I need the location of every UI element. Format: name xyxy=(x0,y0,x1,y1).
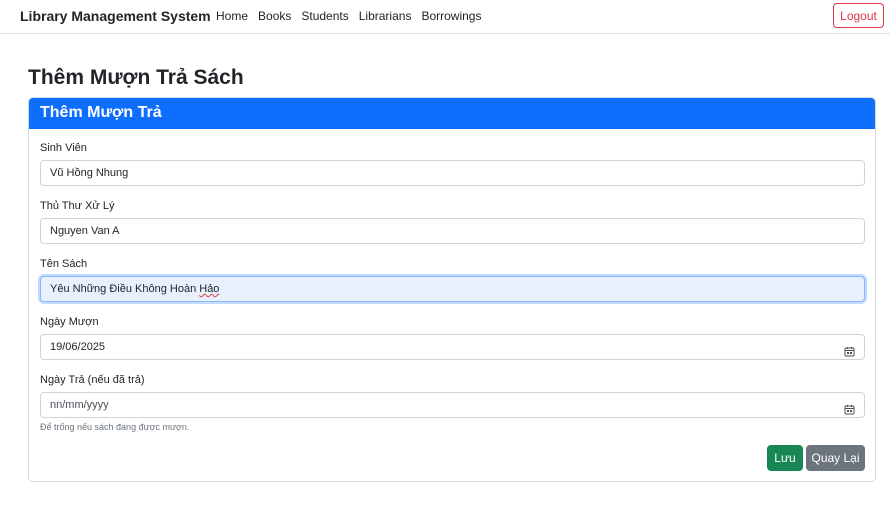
brand-logo-text[interactable]: Library Management System xyxy=(20,8,211,24)
page-title: Thêm Mượn Trả Sách xyxy=(28,66,244,89)
nav-link-borrowings[interactable]: Borrowings xyxy=(421,9,481,23)
borrow-date-label: Ngày Mượn xyxy=(40,316,99,328)
back-button[interactable]: Quay Lại xyxy=(806,445,865,471)
nav-link-librarians[interactable]: Librarians xyxy=(359,9,412,23)
student-select[interactable]: Vũ Hồng Nhung xyxy=(40,160,865,186)
nav-links: Home Books Students Librarians Borrowing… xyxy=(216,9,481,23)
return-date-input[interactable]: nn/mm/yyyy xyxy=(40,392,865,418)
logout-button[interactable]: Logout xyxy=(833,3,884,28)
book-value: Yêu Những Điều Không Hoàn Hảo xyxy=(50,277,219,301)
navbar: Library Management System Home Books Stu… xyxy=(0,0,890,34)
return-date-help: Để trống nếu sách đang được mượn. xyxy=(40,422,190,432)
nav-link-students[interactable]: Students xyxy=(301,9,348,23)
librarian-label: Thủ Thư Xử Lý xyxy=(40,200,115,212)
nav-link-home[interactable]: Home xyxy=(216,9,248,23)
book-input[interactable]: Yêu Những Điều Không Hoàn Hảo xyxy=(40,276,865,302)
calendar-icon[interactable] xyxy=(844,400,855,414)
librarian-select[interactable]: Nguyen Van A xyxy=(40,218,865,244)
return-date-placeholder: nn/mm/yyyy xyxy=(50,399,109,411)
spellcheck-word: Hảo xyxy=(199,283,220,295)
librarian-value: Nguyen Van A xyxy=(50,225,120,237)
return-date-label: Ngày Trả (nếu đã trả) xyxy=(40,374,145,386)
student-label: Sinh Viên xyxy=(40,142,87,154)
borrow-date-input[interactable]: 19/06/2025 xyxy=(40,334,865,360)
borrow-date-value: 19/06/2025 xyxy=(50,341,106,353)
borrowing-form-card: Thêm Mượn Trả Sinh Viên Vũ Hồng Nhung Th… xyxy=(28,97,876,482)
student-value: Vũ Hồng Nhung xyxy=(50,167,129,179)
save-button[interactable]: Lưu xyxy=(767,445,803,471)
calendar-icon[interactable] xyxy=(844,342,855,356)
book-value-text: Yêu Những Điều Không Hoàn xyxy=(50,283,200,295)
nav-link-books[interactable]: Books xyxy=(258,9,291,23)
card-header: Thêm Mượn Trả xyxy=(29,98,875,129)
book-label: Tên Sách xyxy=(40,258,88,270)
